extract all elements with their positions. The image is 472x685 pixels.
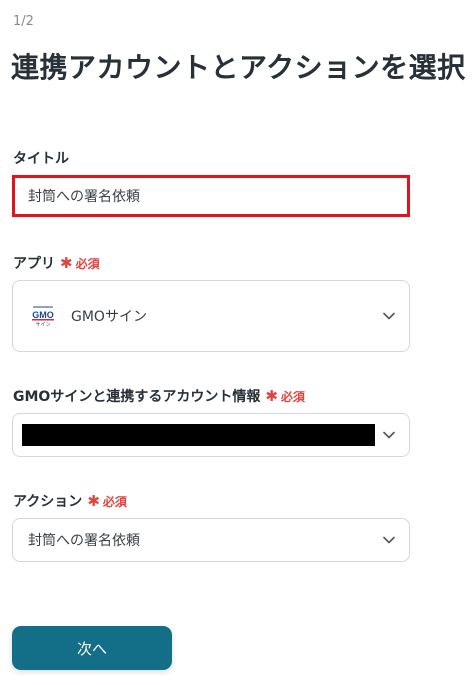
required-text: 必須 (280, 389, 305, 404)
gmo-sign-logo-icon: GMO サイン (29, 305, 57, 327)
redacted-account-value (22, 424, 375, 446)
account-label-text: GMOサインと連携するアカウント情報 (13, 389, 261, 405)
account-field-label: GMOサインと連携するアカウント情報 ✱ 必須 (13, 386, 305, 406)
chevron-down-icon (383, 431, 395, 439)
required-badge: ✱ 必須 (265, 388, 305, 405)
required-asterisk-icon: ✱ (60, 253, 73, 272)
required-badge: ✱ 必須 (60, 255, 100, 272)
required-text: 必須 (102, 494, 127, 509)
action-label-text: アクション (13, 494, 83, 510)
page-title: 連携アカウントとアクションを選択 (11, 51, 466, 84)
action-select-value: 封筒への署名依頼 (28, 533, 140, 549)
app-select[interactable]: GMO サイン GMOサイン (12, 280, 410, 352)
app-select-value: GMOサイン (71, 309, 147, 325)
svg-text:サイン: サイン (35, 322, 50, 327)
app-label-text: アプリ (13, 256, 55, 272)
required-asterisk-icon: ✱ (265, 386, 278, 405)
title-field-label: タイトル (13, 148, 69, 168)
account-select[interactable] (12, 413, 410, 457)
connection-setup-page: 1/2 連携アカウントとアクションを選択 タイトル 封筒への署名依頼 アプリ ✱… (0, 0, 472, 685)
step-indicator: 1/2 (13, 14, 34, 29)
required-badge: ✱ 必須 (87, 493, 127, 510)
required-text: 必須 (75, 256, 100, 271)
action-select[interactable]: 封筒への署名依頼 (12, 518, 410, 562)
next-button[interactable]: 次へ (12, 626, 172, 670)
chevron-down-icon (383, 312, 395, 320)
title-label-text: タイトル (13, 151, 69, 167)
action-field-label: アクション ✱ 必須 (13, 491, 127, 511)
title-input-value: 封筒への署名依頼 (28, 189, 140, 205)
chevron-down-icon (383, 536, 395, 544)
svg-text:GMO: GMO (32, 310, 54, 320)
app-field-label: アプリ ✱ 必須 (13, 253, 100, 273)
title-input[interactable]: 封筒への署名依頼 (12, 175, 410, 217)
required-asterisk-icon: ✱ (87, 491, 100, 510)
